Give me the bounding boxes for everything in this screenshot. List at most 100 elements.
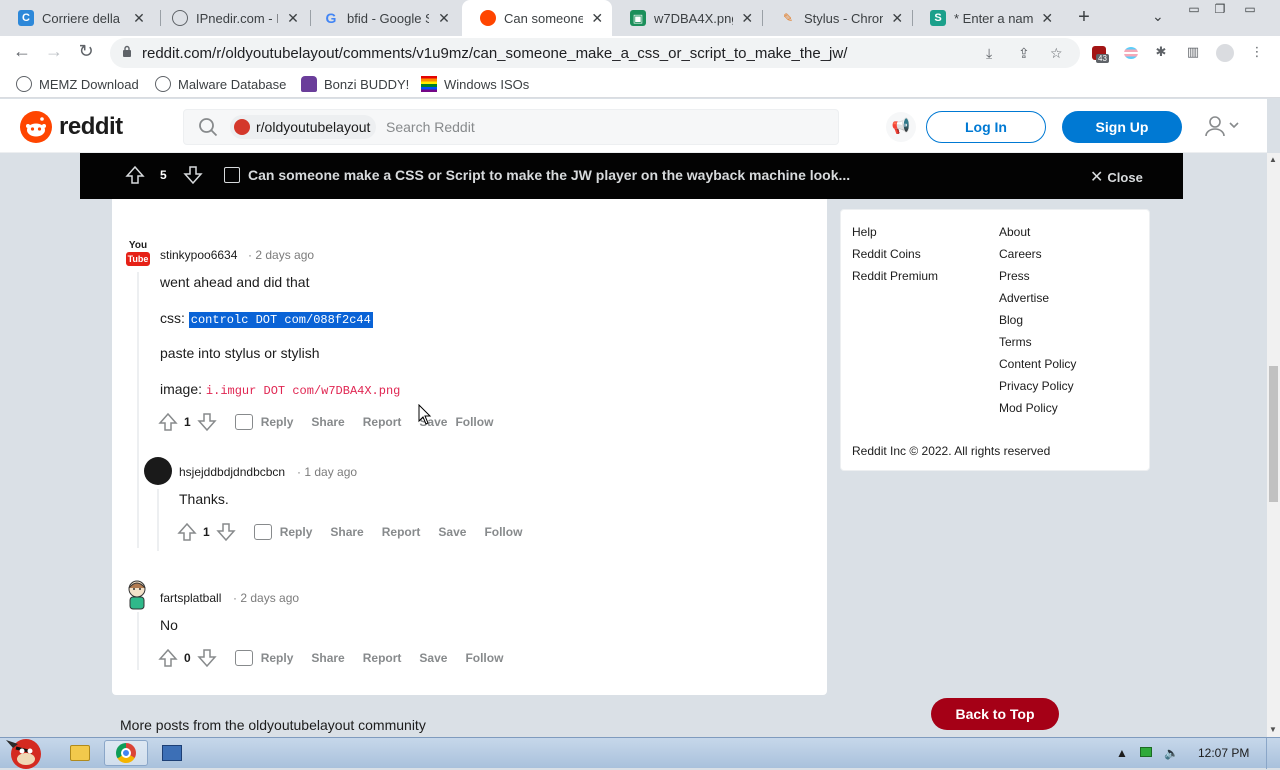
upvote-icon[interactable] (177, 522, 197, 542)
downvote-icon[interactable] (197, 648, 217, 668)
downvote-icon[interactable] (182, 164, 204, 186)
close-icon[interactable]: ✕ (437, 10, 451, 27)
comment-time[interactable]: · 2 days ago (233, 591, 299, 605)
bookmark-bonzi[interactable]: Bonzi BUDDY! (301, 76, 409, 92)
footer-link-privacy-policy[interactable]: Privacy Policy (999, 379, 1074, 393)
star-icon[interactable]: ☆ (1050, 45, 1063, 62)
new-tab-icon[interactable]: + (1074, 6, 1094, 29)
youtube-avatar-icon[interactable]: You Tube (124, 240, 152, 268)
show-desktop-button[interactable] (1266, 738, 1280, 769)
avatar[interactable] (144, 457, 172, 485)
chevron-down-icon[interactable]: ⌄ (1152, 8, 1164, 25)
reddit-logo-icon[interactable] (20, 111, 52, 143)
back-to-top-button[interactable]: Back to Top (931, 698, 1059, 730)
close-icon[interactable]: ✕ (286, 10, 300, 27)
forward-arrow-icon[interactable]: → (42, 41, 66, 62)
comment-author[interactable]: hsjejddbdjdndbcbcn (179, 465, 285, 479)
footer-link-premium[interactable]: Reddit Premium (852, 269, 938, 283)
start-button-icon[interactable] (2, 730, 46, 770)
tray-arrow-icon[interactable]: ▲ (1116, 746, 1128, 760)
megaphone-icon[interactable]: 📢 (886, 112, 916, 142)
report-button[interactable]: Report (363, 651, 402, 665)
thread-line[interactable] (137, 272, 139, 548)
sign-up-button[interactable]: Sign Up (1062, 111, 1182, 143)
side-panel-icon[interactable]: ▥ (1184, 44, 1202, 62)
tab-stylus[interactable]: ✎ Stylus - Chrom ✕ (762, 0, 912, 36)
user-menu-icon[interactable] (1204, 115, 1240, 142)
profile-icon[interactable] (1216, 44, 1234, 62)
footer-link-terms[interactable]: Terms (999, 335, 1032, 349)
app-window-icon[interactable] (150, 740, 194, 766)
footer-link-mod-policy[interactable]: Mod Policy (999, 401, 1058, 415)
tab-google[interactable]: G bfid - Google Se ✕ (305, 0, 461, 36)
footer-link-content-policy[interactable]: Content Policy (999, 357, 1076, 371)
footer-link-help[interactable]: Help (852, 225, 877, 239)
footer-link-about[interactable]: About (999, 225, 1030, 239)
taskbar-clock[interactable]: 12:07 PM (1198, 746, 1249, 760)
flag-extension-icon[interactable] (1122, 44, 1140, 62)
upvote-icon[interactable] (158, 648, 178, 668)
reload-icon[interactable]: ↻ (74, 41, 98, 62)
menu-dots-icon[interactable]: ⋮ (1248, 44, 1266, 62)
footer-link-press[interactable]: Press (999, 269, 1030, 283)
back-arrow-icon[interactable]: ← (10, 41, 34, 62)
reddit-wordmark[interactable]: reddit (59, 113, 123, 141)
tab-ipnedir[interactable]: IPnedir.com - IP ✕ (154, 0, 310, 36)
close-icon[interactable]: ✕ (741, 10, 754, 27)
report-button[interactable]: Report (382, 525, 421, 539)
reply-button[interactable]: Reply (253, 524, 312, 540)
follow-button[interactable]: Follow (455, 415, 493, 429)
reply-button[interactable]: Reply (234, 414, 293, 430)
comment-author[interactable]: stinkypoo6634 (160, 248, 237, 262)
log-in-button[interactable]: Log In (926, 111, 1046, 143)
address-bar[interactable]: reddit.com/r/oldyoutubelayout/comments/v… (110, 38, 1080, 68)
url-text[interactable]: reddit.com/r/oldyoutubelayout/comments/v… (142, 45, 847, 62)
follow-button[interactable]: Follow (465, 651, 503, 665)
chrome-taskbar-icon[interactable] (104, 740, 148, 766)
extension-badge-icon[interactable]: 43 (1090, 44, 1109, 63)
upvote-icon[interactable] (158, 412, 178, 432)
scroll-down-icon[interactable]: ▼ (1269, 725, 1277, 734)
scrollbar-thumb[interactable] (1269, 366, 1278, 502)
search-input[interactable]: Search Reddit (386, 119, 475, 135)
footer-link-advertise[interactable]: Advertise (999, 291, 1049, 305)
comment-time[interactable]: · 1 day ago (297, 465, 357, 479)
share-button[interactable]: Share (330, 525, 363, 539)
scroll-up-icon[interactable]: ▲ (1269, 155, 1277, 164)
tab-corriere[interactable]: C Corriere della S ✕ (0, 0, 160, 36)
avatar[interactable] (122, 578, 150, 610)
share-button[interactable]: Share (311, 651, 344, 665)
file-explorer-icon[interactable] (58, 740, 102, 766)
thread-line[interactable] (157, 489, 159, 551)
share-button[interactable]: Share (311, 415, 344, 429)
downvote-icon[interactable] (197, 412, 217, 432)
comment-time[interactable]: · 2 days ago (248, 248, 314, 262)
close-icon[interactable]: ✕ (1041, 10, 1054, 27)
volume-icon[interactable]: 🔈 (1164, 746, 1179, 760)
bookmark-windows-isos[interactable]: Windows ISOs (421, 76, 529, 92)
save-button[interactable]: Save (419, 651, 447, 665)
tab-image[interactable]: ▣ w7DBA4X.png ✕ (612, 0, 762, 36)
save-button[interactable]: Save (438, 525, 466, 539)
reply-button[interactable]: Reply (234, 650, 293, 666)
downvote-icon[interactable] (216, 522, 236, 542)
minimize-icon[interactable]: ▭ (1184, 2, 1204, 16)
subreddit-chip[interactable]: r/oldyoutubelayout (230, 115, 377, 139)
footer-link-coins[interactable]: Reddit Coins (852, 247, 921, 261)
tab-reddit-active[interactable]: Can someone m ✕ (462, 0, 612, 36)
share-icon[interactable]: ⇪ (1018, 45, 1030, 62)
puzzle-icon[interactable]: ✱ (1152, 44, 1170, 62)
network-icon[interactable] (1140, 746, 1152, 760)
close-post-button[interactable]: ✕ Close (1090, 167, 1143, 187)
download-icon[interactable]: ⤓ (986, 45, 992, 62)
upvote-icon[interactable] (124, 164, 146, 186)
bookmark-malware-db[interactable]: Malware Database (155, 76, 286, 92)
thread-line[interactable] (137, 612, 139, 670)
comment-author[interactable]: fartsplatball (160, 591, 221, 605)
reddit-search-bar[interactable]: r/oldyoutubelayout Search Reddit (183, 109, 839, 145)
close-icon[interactable]: ✕ (591, 10, 604, 27)
window-close-icon[interactable]: ▭ (1240, 2, 1260, 16)
close-icon[interactable]: ✕ (132, 10, 146, 27)
close-icon[interactable]: ✕ (891, 10, 904, 27)
footer-link-blog[interactable]: Blog (999, 313, 1023, 327)
